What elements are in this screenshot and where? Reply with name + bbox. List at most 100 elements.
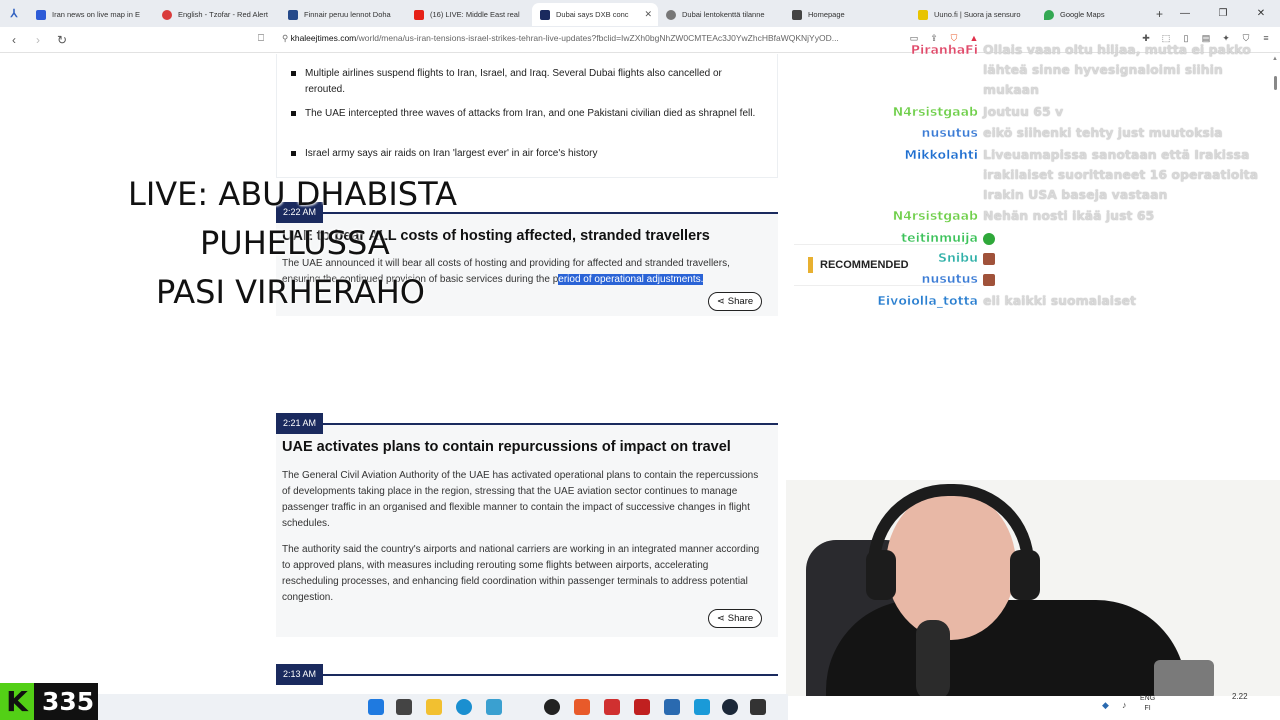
tab-7[interactable]: Uuno.fi | Suora ja sensuro <box>910 3 1036 26</box>
chat-text: Ollais vaan oltu hiljaa, mutta ei pakko … <box>983 42 1251 97</box>
browser-logo-icon: ⅄ <box>10 8 18 20</box>
share-icon: ⋖ <box>716 296 725 307</box>
emote-icon <box>983 252 995 265</box>
close-window-icon[interactable]: ✕ <box>1242 8 1280 19</box>
map-pin-icon <box>1044 9 1054 20</box>
live-post: 2:21 AM UAE activates plans to contain r… <box>276 413 778 637</box>
post-divider <box>276 423 778 425</box>
tab-2[interactable]: Finnair peruu lennot Doha <box>280 3 406 26</box>
chat-text <box>983 269 1258 289</box>
microphone-icon <box>916 620 950 696</box>
headphone-cup <box>1010 550 1040 600</box>
post-time-badge: 2:21 AM <box>276 413 324 434</box>
app-icon[interactable] <box>694 699 710 715</box>
overlay-line: LIVE: ABU DHABISTA <box>128 175 458 213</box>
chat-text: Nehän nosti ikää just 65 <box>983 208 1155 223</box>
mug <box>1154 660 1214 696</box>
selected-text: eriod of operational adjustments. <box>558 274 704 285</box>
edge-icon[interactable] <box>456 699 472 715</box>
close-tab-icon[interactable]: ✕ <box>644 9 652 20</box>
share-label: Share <box>727 613 754 624</box>
tab-5[interactable]: Dubai lentokenttä tilanne <box>658 3 784 26</box>
language-indicator[interactable]: ENG FI <box>1140 694 1155 714</box>
file-explorer-icon[interactable] <box>426 699 442 715</box>
tab-label: Homepage <box>808 10 845 19</box>
chat-username: nusutus <box>921 125 978 140</box>
viewer-count: 335 <box>42 687 95 716</box>
terminal-icon[interactable] <box>750 699 766 715</box>
minimize-icon[interactable]: — <box>1166 8 1204 19</box>
back-icon[interactable]: ‹ <box>4 33 24 47</box>
taskbar <box>98 694 788 720</box>
maximize-icon[interactable]: ❐ <box>1204 8 1242 19</box>
tab-8[interactable]: Google Maps <box>1036 3 1146 26</box>
url-field[interactable]: ⚲ khaleejtimes.com/world/mena/us-iran-te… <box>282 33 839 44</box>
kick-logo-icon: K <box>0 683 34 720</box>
system-tray: ◆ ♪ ENG FI <box>1090 694 1155 720</box>
scroll-thumb[interactable] <box>1274 76 1277 90</box>
tab-1[interactable]: English - Tzofar - Red Alert <box>154 3 280 26</box>
post-paragraph: The General Civil Aviation Authority of … <box>282 470 759 529</box>
tab-favicon-icon <box>666 9 676 20</box>
tab-favicon-icon <box>792 9 802 20</box>
chat-text: Liveuamapissa sanotaan että Irakissa ira… <box>983 147 1259 202</box>
tab-3[interactable]: (16) LIVE: Middle East real <box>406 3 532 26</box>
app-icon[interactable] <box>486 699 502 715</box>
steam-icon[interactable] <box>722 699 738 715</box>
recommended-label: RECOMMENDED <box>820 259 909 271</box>
share-button[interactable]: ⋖ Share <box>708 609 762 628</box>
app-icon[interactable] <box>604 699 620 715</box>
chat-username: teitinmuija <box>901 230 978 245</box>
overlay-line: PASI VIRHERAHO <box>156 273 425 311</box>
summary-bullet: Multiple airlines suspend flights to Ira… <box>291 66 761 98</box>
share-icon: ⋖ <box>716 613 725 624</box>
site-info-icon[interactable]: ⚲ <box>282 33 291 43</box>
reload-icon[interactable]: ↻ <box>52 33 72 47</box>
share-label: Share <box>727 296 754 307</box>
obs-icon[interactable] <box>544 699 560 715</box>
tab-label: Iran news on live map in E <box>52 10 140 19</box>
live-post: 2:13 AM <box>276 664 778 685</box>
tab-favicon-icon <box>36 9 46 20</box>
summary-bullet: Israel army says air raids on Iran 'larg… <box>291 146 761 162</box>
tab-favicon-icon <box>162 9 172 20</box>
scroll-up-icon[interactable]: ▲ <box>1272 56 1278 62</box>
post-divider <box>276 674 778 676</box>
network-icon[interactable]: ◆ <box>1102 700 1109 711</box>
lang-line: FI <box>1144 705 1151 712</box>
emote-icon <box>983 232 995 245</box>
app-icon[interactable] <box>664 699 680 715</box>
tab-label: Dubai lentokenttä tilanne <box>682 10 765 19</box>
viewer-counter: K 335 <box>0 683 98 720</box>
tab-6[interactable]: Homepage <box>784 3 910 26</box>
chat-text: eli kaikki suomalaiset <box>983 293 1136 308</box>
emote-icon <box>983 273 995 286</box>
mic-tray-icon[interactable]: ♪ <box>1122 700 1127 710</box>
tab-4-active[interactable]: Dubai says DXB conc ✕ <box>532 3 658 26</box>
tab-favicon-icon <box>288 9 298 20</box>
tab-favicon-icon <box>540 9 550 20</box>
bookmark-icon[interactable]: ⎕ <box>258 33 264 44</box>
window-controls: — ❐ ✕ <box>1166 0 1280 27</box>
post-paragraph: The authority said the country's airport… <box>282 544 760 603</box>
filezilla-icon[interactable] <box>634 699 650 715</box>
chat-username: Snibu <box>937 250 978 265</box>
start-icon[interactable] <box>368 699 384 715</box>
share-button[interactable]: ⋖ Share <box>708 292 762 311</box>
tab-label: Dubai says DXB conc <box>556 10 629 19</box>
post-headline: UAE activates plans to contain repurcuss… <box>282 439 731 455</box>
tab-label: (16) LIVE: Middle East real <box>430 10 520 19</box>
task-view-icon[interactable] <box>396 699 412 715</box>
forward-icon[interactable]: › <box>28 33 48 47</box>
tab-0[interactable]: Iran news on live map in E <box>28 3 154 26</box>
new-tab-button[interactable]: + <box>1156 7 1163 21</box>
clock[interactable]: 2.22 <box>1232 692 1248 701</box>
lang-line: ENG <box>1140 695 1156 702</box>
chat-username: PiranhaFi <box>910 42 979 57</box>
menu-icon[interactable]: ≡ <box>1260 32 1272 44</box>
stream-overlay-title: LIVE: ABU DHABISTA PUHELUSSA PASI VIRHER… <box>128 170 488 317</box>
url-host: khaleejtimes.com <box>290 33 357 43</box>
tab-label: English - Tzofar - Red Alert <box>178 10 268 19</box>
brave-icon[interactable] <box>574 699 590 715</box>
summary-bullet: The UAE intercepted three waves of attac… <box>291 106 761 122</box>
